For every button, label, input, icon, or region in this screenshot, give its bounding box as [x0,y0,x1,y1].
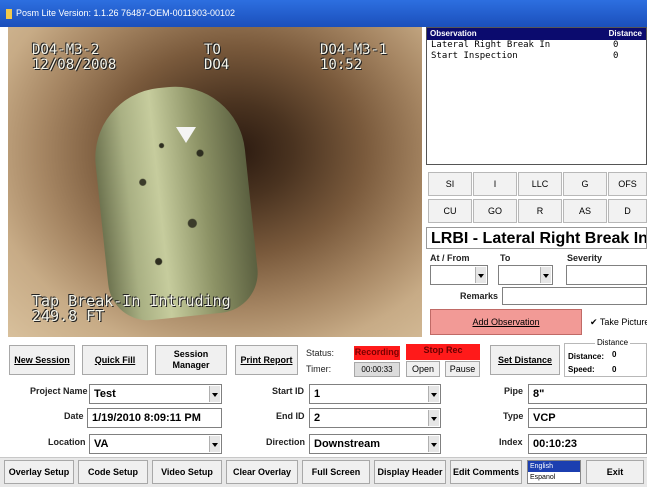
end-id-select[interactable]: 2 [309,408,441,428]
status-label: Status: [306,348,335,358]
pause-button[interactable]: Pause [445,361,480,377]
window-title: Posm Lite Version: 1.1.26 76487-OEM-0011… [16,8,235,18]
to-select[interactable] [498,265,553,285]
app-icon [6,8,12,19]
full-screen-button[interactable]: Full Screen [302,460,370,484]
chevron-down-icon [428,410,439,426]
chevron-down-icon [209,436,220,452]
code-button-go[interactable]: GO [473,199,517,223]
distance-group-label: Distance [595,338,631,347]
title-bar: Posm Lite Version: 1.1.26 76487-OEM-0011… [0,0,647,27]
video-overlay-to: TO DO4 [204,42,230,73]
exit-button[interactable]: Exit [586,460,644,484]
code-button-i[interactable]: I [473,172,517,196]
list-item[interactable]: Espanol [528,472,580,483]
display-header-button[interactable]: Display Header [374,460,446,484]
session-manager-button[interactable]: Session Manager [155,345,227,375]
set-distance-button[interactable]: Set Distance [490,345,560,375]
observation-name: LRBI - Lateral Right Break In [426,227,647,249]
remarks-field[interactable] [502,287,647,305]
type-field[interactable]: VCP [528,408,647,428]
location-label: Location [48,437,86,447]
project-name-select[interactable]: Test [89,384,222,404]
stop-rec-button[interactable]: Stop Rec [406,344,480,360]
index-label: Index [499,437,523,447]
code-button-r[interactable]: R [518,199,562,223]
list-item[interactable]: Start Inspection 0 [427,51,646,62]
project-name-label: Project Name [30,386,88,396]
speed-value: 0 [612,365,617,374]
chevron-down-icon [428,386,439,402]
severity-label: Severity [567,253,603,263]
type-label: Type [503,411,524,421]
at-from-select[interactable] [430,265,488,285]
list-item[interactable]: English [528,461,580,472]
timer-value: 00:00:33 [354,362,400,377]
location-select[interactable]: VA [89,434,222,454]
chevron-down-icon [428,436,439,452]
distance-label: Distance: [568,352,605,361]
overlay-setup-button[interactable]: Overlay Setup [4,460,74,484]
quick-fill-button[interactable]: Quick Fill [82,345,148,375]
pointer-arrow-icon [176,127,196,143]
code-button-si[interactable]: SI [428,172,472,196]
video-overlay-observation: Tap Break-In Intruding 249.8 FT [32,292,231,325]
take-picture-checkbox[interactable]: ✔ Take Picture [590,317,647,328]
at-from-label: At / From [430,253,470,263]
remarks-label: Remarks [460,291,499,301]
date-field[interactable]: 1/19/2010 8:09:11 PM [87,408,222,428]
observation-list-header: Observation Distance [427,28,646,40]
speed-label: Speed: [568,365,595,374]
edit-comments-button[interactable]: Edit Comments [450,460,522,484]
code-button-d[interactable]: D [608,199,647,223]
code-setup-button[interactable]: Code Setup [78,460,148,484]
video-setup-button[interactable]: Video Setup [152,460,222,484]
checkmark-icon: ✔ [590,317,598,327]
start-id-select[interactable]: 1 [309,384,441,404]
timer-label: Timer: [306,364,332,374]
direction-label: Direction [266,437,306,447]
code-button-cu[interactable]: CU [428,199,472,223]
chevron-down-icon [475,267,486,283]
severity-field[interactable] [566,265,647,285]
chevron-down-icon [209,386,220,402]
code-button-as[interactable]: AS [563,199,607,223]
add-observation-button[interactable]: Add Observation [430,309,582,335]
observation-list[interactable]: Observation Distance Lateral Right Break… [426,27,647,165]
distance-group: Distance Distance: 0 Speed: 0 [564,338,647,377]
start-id-label: Start ID [272,386,305,396]
lateral-pipe-image [88,79,262,325]
pipe-field[interactable]: 8" [528,384,647,404]
video-overlay-from: DO4-M3-2 12/08/2008 [32,42,117,73]
list-item[interactable]: Lateral Right Break In 0 [427,40,646,51]
print-report-button[interactable]: Print Report [235,345,298,375]
status-badge: Recording [354,346,400,360]
clear-overlay-button[interactable]: Clear Overlay [226,460,298,484]
new-session-button[interactable]: New Session [9,345,75,375]
video-feed: DO4-M3-2 12/08/2008 TO DO4 DO4-M3-1 10:52 T… [8,27,422,337]
code-button-g[interactable]: G [563,172,607,196]
to-label: To [500,253,511,263]
open-button[interactable]: Open [406,361,440,377]
index-field[interactable]: 00:10:23 [528,434,647,454]
video-overlay-time: DO4-M3-1 10:52 [320,42,388,73]
code-button-llc[interactable]: LLC [518,172,562,196]
end-id-label: End ID [276,411,305,421]
pipe-label: Pipe [504,386,524,396]
code-button-ofs[interactable]: OFS [608,172,647,196]
direction-select[interactable]: Downstream [309,434,441,454]
language-list[interactable]: English Espanol [527,460,581,484]
date-label: Date [64,411,84,421]
distance-value: 0 [612,350,617,359]
chevron-down-icon [540,267,551,283]
